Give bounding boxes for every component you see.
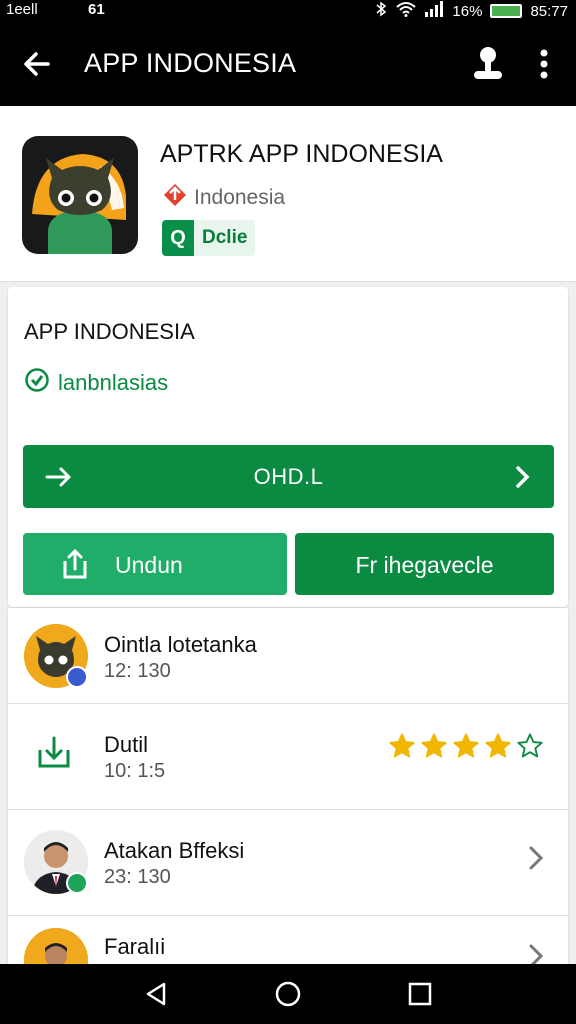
person-avatar [24,928,88,964]
back-arrow-icon[interactable] [20,46,56,82]
carrier-label: 1eell [6,1,38,18]
download-button[interactable]: Undun [23,533,287,595]
shield-badge-icon [66,666,88,688]
secondary-button-label: Fr ihegavecle [355,552,494,578]
verified-label: lanbnlasias [24,367,168,399]
badge-icon: Q [162,220,194,256]
status-bar: 1eell 61 16% 85:77 [0,0,576,22]
list-item-title: Ointla lotetanka [104,632,257,657]
card-title: APP INDONESIA [24,319,195,344]
signal-icon [424,1,444,21]
app-name: APTRK APP INDONESIA [160,140,443,168]
back-triangle-icon[interactable] [142,980,170,1008]
sim-label: 61 [88,1,105,18]
secondary-action-button[interactable]: Fr ihegavecle [295,533,554,595]
star-filled-icon [420,732,448,765]
chevron-right-icon[interactable] [523,844,547,872]
list-item-title: Faralıi [104,934,166,959]
chevron-right-icon [508,463,536,491]
list-item[interactable]: Atakan Bffeksi 23: 130 [8,810,568,916]
list-item[interactable]: Ointla lotetanka 12: 130 [8,608,568,704]
developer[interactable]: Indonesia [162,182,285,214]
clock: 85:77 [530,2,568,20]
primary-button-label: OHD.L [253,464,324,489]
developer-icon [162,182,188,214]
chevron-right-icon[interactable] [523,942,547,964]
star-filled-icon [484,732,512,765]
app-bar-title: APP INDONESIA [84,48,297,78]
star-filled-icon [452,732,480,765]
app-icon [22,136,138,254]
list-item-title: Atakan Bffeksi [104,838,245,863]
star-filled-icon [388,732,416,765]
activity-list: Ointla lotetanka 12: 130 Dutil 10: 1:5 A… [8,608,568,964]
rating-stars [388,732,544,765]
bluetooth-icon [374,1,388,21]
list-item[interactable]: Faralıi [8,916,568,964]
app-header: APTRK APP INDONESIA Indonesia Q Dclie [0,106,576,282]
list-item-title: Dutil [104,732,149,757]
list-item[interactable]: Dutil 10: 1:5 [8,704,568,810]
download-icon [36,734,72,775]
wifi-icon [396,1,417,21]
list-item-subtitle: 23: 130 [104,866,171,888]
battery-icon [490,4,523,18]
developer-name: Indonesia [194,186,286,209]
status-icons: 16% 85:77 [374,1,568,21]
list-item-subtitle: 12: 130 [104,660,171,682]
recents-square-icon[interactable] [406,980,434,1008]
primary-action-button[interactable]: OHD.L [23,445,554,508]
account-icon[interactable] [470,44,506,84]
download-button-label: Undun [115,552,183,578]
verified-badge-icon [66,872,88,894]
home-circle-icon[interactable] [274,980,302,1008]
shield-check-icon [24,367,50,399]
verified-text: lanbnlasias [58,370,169,395]
system-nav-bar [0,964,576,1024]
share-upload-icon [59,547,91,581]
badge-text: Dclie [202,227,248,248]
star-empty-icon [516,732,544,765]
app-bar: APP INDONESIA [0,22,576,106]
list-item-subtitle: 10: 1:5 [104,760,166,782]
editor-badge: Q Dclie [162,220,256,256]
install-card: APP INDONESIA lanbnlasias OHD.L Undun Fr… [8,287,568,607]
more-options-icon[interactable] [528,44,560,84]
battery-percent: 16% [452,2,483,20]
